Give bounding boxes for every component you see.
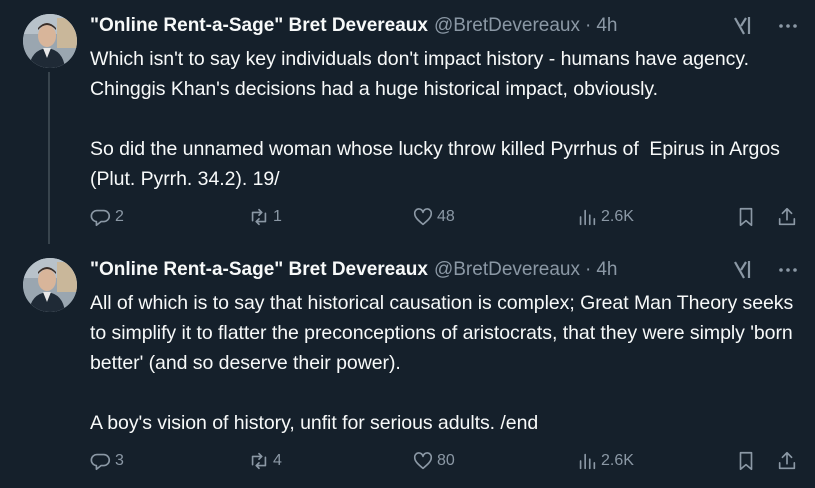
bookmark-button[interactable] — [735, 202, 757, 232]
more-icon[interactable] — [776, 14, 800, 38]
timestamp[interactable]: 4h — [596, 259, 617, 281]
views-icon — [579, 209, 596, 226]
like-button[interactable]: 80 — [412, 446, 455, 476]
like-icon — [413, 208, 433, 226]
tweet-content: "Online Rent-a-Sage" Bret Devereaux @Bre… — [90, 256, 802, 438]
display-name[interactable]: "Online Rent-a-Sage" Bret Devereaux — [90, 15, 428, 37]
repost-button[interactable]: 1 — [248, 202, 282, 232]
bookmark-icon — [739, 207, 753, 227]
reply-count: 2 — [115, 208, 124, 225]
tweet[interactable]: "Online Rent-a-Sage" Bret Devereaux @Bre… — [0, 244, 815, 488]
like-count: 80 — [437, 452, 455, 469]
reply-button[interactable]: 2 — [90, 202, 124, 232]
repost-button[interactable]: 4 — [248, 446, 282, 476]
share-icon — [778, 207, 796, 226]
reply-icon — [90, 453, 110, 471]
tweet-header: "Online Rent-a-Sage" Bret Devereaux @Bre… — [90, 256, 802, 284]
repost-count: 4 — [273, 452, 282, 469]
action-bar: 2 1 48 2.6K — [90, 202, 802, 232]
like-count: 48 — [437, 208, 455, 225]
like-button[interactable]: 48 — [412, 202, 455, 232]
separator: · — [585, 15, 592, 36]
thread-feed: "Online Rent-a-Sage" Bret Devereaux @Bre… — [0, 0, 815, 488]
repost-icon — [251, 208, 267, 226]
views-count: 2.6K — [601, 208, 634, 225]
thread-line — [48, 72, 50, 244]
grok-icon[interactable] — [732, 258, 756, 282]
separator: · — [585, 259, 592, 280]
tweet-header: "Online Rent-a-Sage" Bret Devereaux @Bre… — [90, 12, 802, 40]
reply-button[interactable]: 3 — [90, 446, 124, 476]
handle[interactable]: @BretDevereaux — [434, 15, 580, 37]
share-button[interactable] — [776, 202, 798, 232]
reply-icon — [90, 209, 110, 227]
avatar[interactable] — [23, 14, 77, 68]
share-icon — [778, 451, 796, 470]
bookmark-icon — [739, 451, 753, 471]
timestamp[interactable]: 4h — [596, 15, 617, 37]
views-count: 2.6K — [601, 452, 634, 469]
like-icon — [413, 452, 433, 470]
tweet-text: All of which is to say that historical c… — [90, 292, 794, 434]
more-icon[interactable] — [776, 258, 800, 282]
repost-icon — [251, 452, 267, 470]
grok-icon[interactable] — [732, 14, 756, 38]
views-icon — [579, 453, 596, 470]
repost-count: 1 — [273, 208, 282, 225]
handle[interactable]: @BretDevereaux — [434, 259, 580, 281]
display-name[interactable]: "Online Rent-a-Sage" Bret Devereaux — [90, 259, 428, 281]
tweet[interactable]: "Online Rent-a-Sage" Bret Devereaux @Bre… — [0, 0, 815, 244]
avatar[interactable] — [23, 258, 77, 312]
bookmark-button[interactable] — [735, 446, 757, 476]
views-button[interactable]: 2.6K — [576, 446, 634, 476]
reply-count: 3 — [115, 452, 124, 469]
views-button[interactable]: 2.6K — [576, 202, 634, 232]
share-button[interactable] — [776, 446, 798, 476]
action-bar: 3 4 80 2.6K — [90, 446, 802, 476]
tweet-content: "Online Rent-a-Sage" Bret Devereaux @Bre… — [90, 12, 802, 194]
tweet-text: Which isn't to say key individuals don't… — [90, 48, 780, 190]
